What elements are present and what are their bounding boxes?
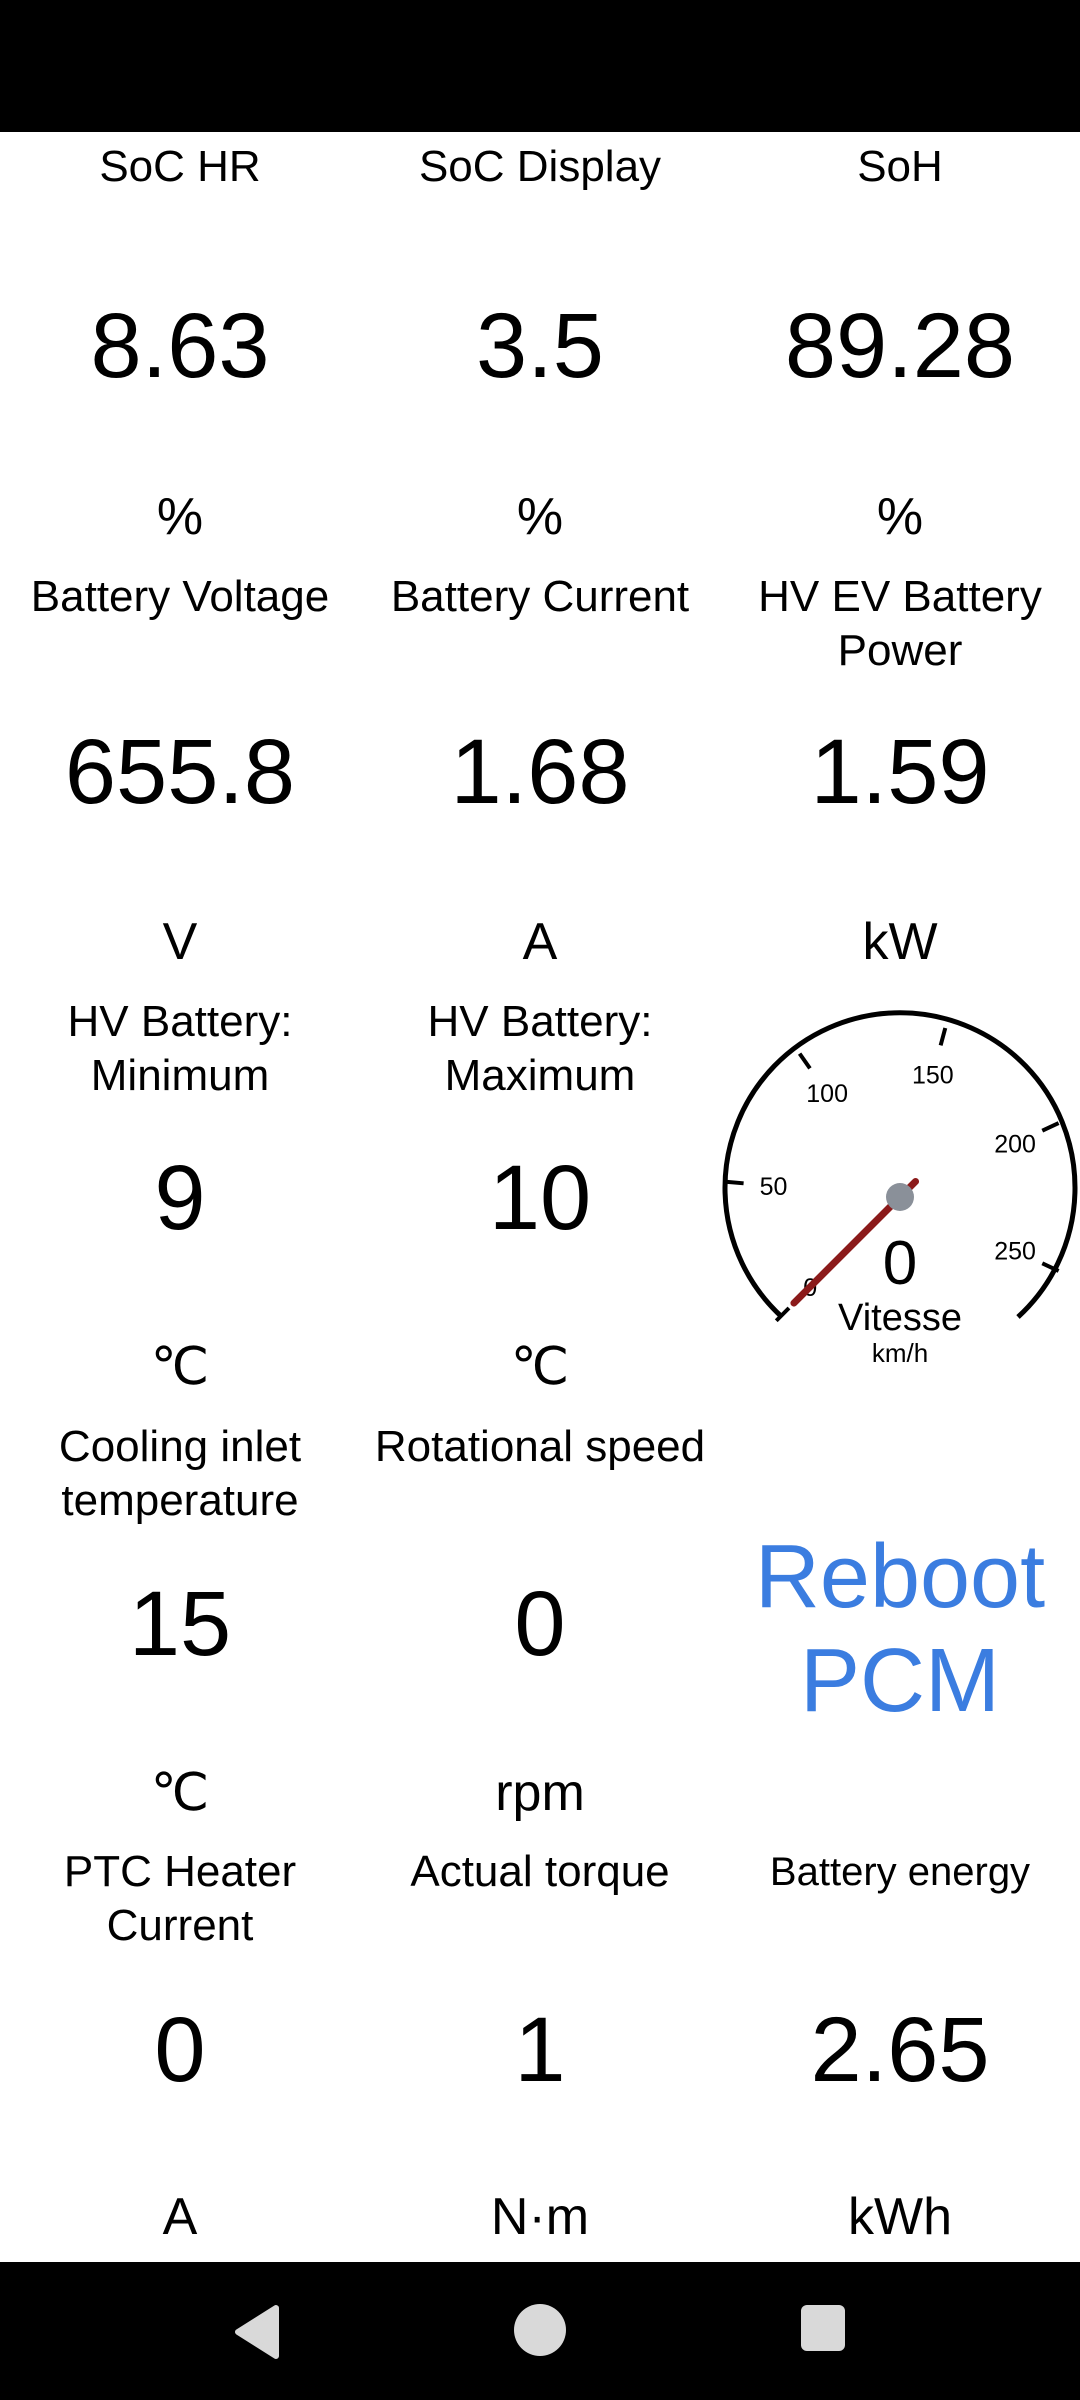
label-line-1: HV Battery: (427, 997, 653, 1046)
soh-label: SoH (857, 142, 943, 191)
ptc-heater-current-value: 0 (154, 1999, 206, 2101)
gauge-value: 0 (883, 1229, 917, 1298)
cooling-inlet-temp-value: 15 (128, 1573, 232, 1675)
gauge-tick-100 (797, 1052, 812, 1070)
gauge-title: Vitesse (838, 1297, 962, 1339)
gauge-tick-200 (1041, 1121, 1060, 1133)
recents-icon[interactable] (800, 2304, 846, 2352)
label-line-1: Cooling inlet (58, 1422, 302, 1471)
gauge-tick-label-250: 250 (994, 1238, 1036, 1266)
home-icon[interactable] (512, 2302, 568, 2358)
soc-hr-label: SoC HR (99, 142, 261, 191)
reboot-pcm-button[interactable]: Reboot PCM (720, 1525, 1080, 1733)
hv-battery-max-value: 10 (488, 1147, 592, 1249)
reboot-label-line-2: PCM (800, 1631, 1000, 1731)
actual-torque-unit: N·m (490, 2188, 590, 2246)
hv-battery-min-label: HV Battery: Minimum (0, 995, 360, 1103)
cooling-inlet-temp-label: Cooling inlet temperature (0, 1420, 360, 1528)
battery-voltage-value: 655.8 (64, 721, 296, 823)
battery-current-unit: A (522, 913, 558, 971)
gauge-tick-label-50: 50 (760, 1173, 788, 1201)
hv-battery-min-unit: ℃ (150, 1338, 210, 1396)
gauge-unit: km/h (872, 1338, 928, 1368)
soc-display-value: 3.5 (476, 295, 604, 397)
label-line-1: HV EV Battery (758, 572, 1042, 621)
hv-battery-max-label: HV Battery: Maximum (360, 995, 720, 1103)
battery-current-label: Battery Current (390, 572, 690, 621)
reboot-label-line-1: Reboot (754, 1527, 1046, 1627)
battery-voltage-unit: V (162, 913, 198, 971)
label-line-2: Power (837, 626, 963, 675)
battery-energy-label: Battery energy (769, 1850, 1031, 1894)
label-line-2: Current (106, 1901, 254, 1950)
ptc-heater-current-unit: A (162, 2188, 198, 2246)
hv-battery-max-unit: ℃ (510, 1338, 570, 1396)
battery-energy-unit: kWh (848, 2188, 952, 2246)
soc-display-label: SoC Display (418, 142, 662, 191)
status-bar (0, 0, 1080, 132)
ptc-heater-current-label: PTC Heater Current (0, 1845, 360, 1953)
battery-current-value: 1.68 (450, 721, 630, 823)
gauge-hub (886, 1183, 914, 1211)
soc-hr-unit: % (156, 488, 204, 546)
gauge-tick-label-200: 200 (994, 1130, 1036, 1158)
battery-energy-value: 2.65 (810, 1999, 990, 2101)
hv-ev-battery-power-value: 1.59 (810, 721, 990, 823)
rotational-speed-value: 0 (514, 1573, 566, 1675)
soc-display-unit: % (516, 488, 564, 546)
soc-hr-value: 8.63 (90, 295, 270, 397)
rotational-speed-label: Rotational speed (374, 1422, 706, 1471)
label-line-1: PTC Heater (63, 1847, 297, 1896)
speed-gauge: 050100150200250 0 Vitesse km/h (722, 1010, 1078, 1368)
label-line-2: Maximum (444, 1051, 636, 1100)
navigation-bar (0, 2262, 1080, 2400)
cooling-inlet-temp-unit: ℃ (150, 1764, 210, 1822)
label-line-2: Minimum (90, 1051, 270, 1100)
actual-torque-label: Actual torque (410, 1847, 670, 1896)
gauge-tick-50 (725, 1179, 744, 1186)
label-line-1: HV Battery: (67, 997, 293, 1046)
hv-ev-battery-power-label: HV EV Battery Power (720, 570, 1080, 678)
actual-torque-value: 1 (514, 1999, 566, 2101)
hv-battery-min-value: 9 (154, 1147, 206, 1249)
battery-voltage-label: Battery Voltage (30, 572, 330, 621)
gauge-tick-150 (938, 1027, 948, 1046)
soh-value: 89.28 (784, 295, 1016, 397)
gauge-tick-label-150: 150 (912, 1061, 954, 1089)
rotational-speed-unit: rpm (495, 1764, 585, 1822)
soh-unit: % (876, 488, 924, 546)
hv-ev-battery-power-unit: kW (862, 913, 938, 971)
gauge-tick-label-100: 100 (806, 1080, 848, 1108)
label-line-2: temperature (61, 1476, 299, 1525)
back-icon[interactable] (230, 2304, 284, 2360)
